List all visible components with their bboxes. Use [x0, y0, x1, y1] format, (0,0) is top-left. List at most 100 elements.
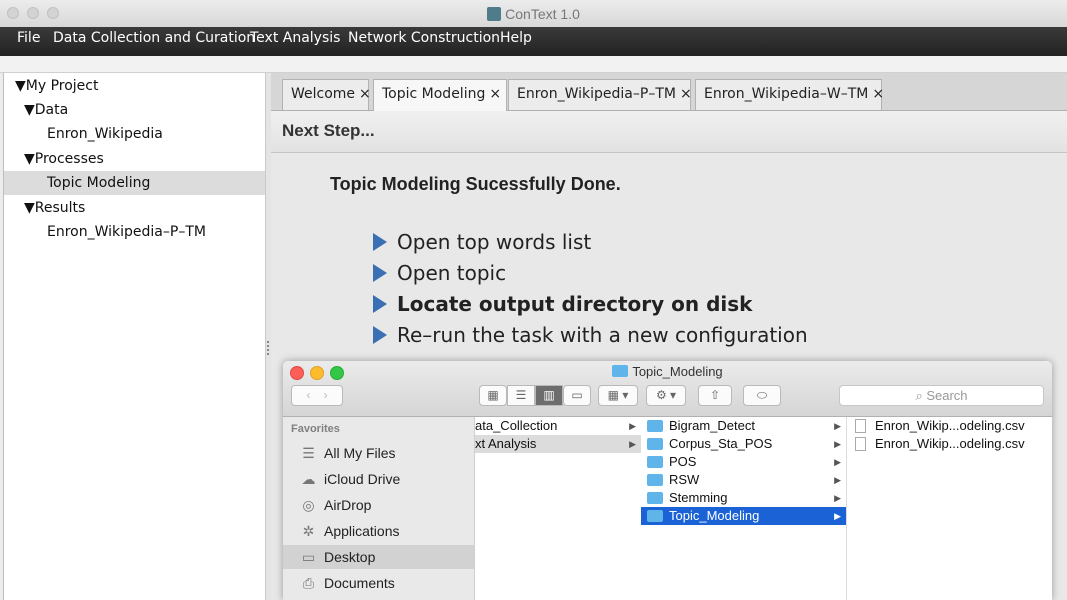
action-rerun-task[interactable]: Re–run the task with a new configuration	[373, 323, 808, 349]
window-title-text: ConText 1.0	[505, 6, 580, 22]
document-icon	[855, 437, 866, 451]
finder-window: Topic_Modeling ‹ › ▦ ☰ ▥ ▭ ▦ ▾ ⚙ ▾ ⇧ ⬭ ⌕…	[283, 361, 1052, 600]
menubar: File Data Collection and Curation Text A…	[0, 27, 1067, 56]
finder-title-text: Topic_Modeling	[632, 364, 723, 379]
sidebar-item-icloud-drive[interactable]: ☁ iCloud Drive	[283, 467, 474, 491]
tab-welcome-label: Welcome	[291, 86, 356, 102]
sidebar-item-all-my-files[interactable]: ☰ All My Files	[283, 441, 474, 465]
folder-icon	[647, 456, 663, 468]
arrow-icon	[373, 233, 387, 251]
tab-enron-p-label: Enron_Wikipedia–P–TM	[517, 86, 676, 102]
tab-enron-wikipedia-w-tm[interactable]: Enron_Wikipedia–W–TM ×	[695, 79, 884, 110]
arrange-icon: ▦ ▾	[607, 388, 629, 402]
cover-flow-button[interactable]: ▭	[563, 385, 591, 406]
tree-item-data[interactable]: ▼Data	[4, 98, 265, 122]
menu-data-collection[interactable]: Data Collection and Curation	[53, 30, 255, 46]
sidebar-item-label: Applications	[324, 523, 400, 539]
row-label: Enron_Wikip...odeling.csv	[875, 436, 1025, 451]
tab-bar: Welcome × Topic Modeling × Enron_Wikipedia…	[271, 73, 1067, 111]
tree-item-processes[interactable]: ▼Processes	[4, 147, 265, 171]
finder-title: Topic_Modeling	[283, 364, 1052, 379]
tree-item-my-project[interactable]: ▼My Project	[4, 74, 265, 98]
tab-enron-wikipedia-p-tm[interactable]: Enron_Wikipedia–P–TM ×	[508, 79, 692, 110]
row-label: RSW	[669, 472, 700, 487]
folder-row[interactable]: Corpus_Sta_POS ▶	[641, 435, 846, 453]
sidebar-item-airdrop[interactable]: ◎ AirDrop	[283, 493, 474, 517]
tree-item-topic-modeling[interactable]: Topic Modeling	[4, 171, 265, 195]
folder-icon	[612, 365, 629, 377]
folder-row[interactable]: ata_Collection ▶	[475, 417, 641, 435]
forward-icon[interactable]: ›	[324, 388, 328, 402]
row-label: xt Analysis	[475, 436, 537, 451]
file-row[interactable]: Enron_Wikip...odeling.csv	[847, 435, 1052, 453]
arrange-button[interactable]: ▦ ▾	[598, 385, 638, 406]
menu-help[interactable]: Help	[500, 30, 532, 46]
action-open-topic[interactable]: Open topic	[373, 261, 506, 287]
sidebar-item-label: Documents	[324, 575, 395, 591]
tab-topic-modeling[interactable]: Topic Modeling ×	[373, 79, 507, 111]
list-view-button[interactable]: ☰	[507, 385, 535, 406]
folder-icon	[647, 474, 663, 486]
project-tree: ▼My Project ▼Data Enron_Wikipedia ▼Proce…	[3, 73, 266, 600]
folder-icon	[647, 492, 663, 504]
document-icon	[855, 419, 866, 433]
folder-row[interactable]: POS ▶	[641, 453, 846, 471]
finder-column-2: Bigram_Detect ▶ Corpus_Sta_POS ▶ POS ▶ RSW ▶…	[641, 417, 847, 600]
finder-search-field[interactable]: ⌕ Search	[839, 385, 1044, 406]
tree-item-enron-wikipedia[interactable]: Enron_Wikipedia	[4, 122, 265, 146]
tag-button[interactable]: ⬭	[743, 385, 781, 406]
close-tab-icon[interactable]: ×	[489, 86, 501, 102]
action-locate-output[interactable]: Locate output directory on disk	[373, 292, 752, 318]
action-label: Re–run the task with a new configuration	[397, 323, 808, 347]
share-icon: ⇧	[709, 388, 721, 402]
menu-file[interactable]: File	[17, 30, 40, 46]
folder-icon	[647, 510, 663, 522]
row-label: Stemming	[669, 490, 728, 505]
favorites-header: Favorites	[291, 423, 340, 435]
chevron-right-icon: ▶	[834, 493, 841, 503]
column-view-button[interactable]: ▥	[535, 385, 563, 406]
folder-row[interactable]: RSW ▶	[641, 471, 846, 489]
finder-column-3: Enron_Wikip...odeling.csv Enron_Wikip...…	[847, 417, 1052, 600]
sidebar-item-label: Desktop	[324, 549, 376, 565]
cloud-icon: ☁	[301, 471, 316, 487]
close-tab-icon[interactable]: ×	[872, 86, 884, 102]
menu-network-construction[interactable]: Network Construction	[348, 30, 500, 46]
sidebar-item-desktop[interactable]: ▭ Desktop	[283, 545, 474, 569]
tree-item-enron-wikipedia-p-tm[interactable]: Enron_Wikipedia–P–TM	[4, 220, 265, 244]
arrow-icon	[373, 326, 387, 344]
menu-text-analysis[interactable]: Text Analysis	[250, 30, 340, 46]
list-view-icon: ☰	[515, 388, 527, 402]
icon-view-button[interactable]: ▦	[479, 385, 507, 406]
tree-item-results[interactable]: ▼Results	[4, 196, 265, 220]
chevron-right-icon: ▶	[834, 439, 841, 449]
window-title: ConText 1.0	[0, 6, 1067, 22]
chevron-right-icon: ▶	[834, 421, 841, 431]
action-menu-button[interactable]: ⚙ ▾	[646, 385, 686, 406]
chevron-right-icon: ▶	[834, 457, 841, 467]
finder-toolbar: Topic_Modeling ‹ › ▦ ☰ ▥ ▭ ▦ ▾ ⚙ ▾ ⇧ ⬭ ⌕…	[283, 361, 1052, 417]
folder-row-selected[interactable]: Topic_Modeling ▶	[641, 507, 846, 525]
row-label: Topic_Modeling	[669, 508, 760, 523]
toolbar-strip	[0, 56, 1067, 73]
back-forward-buttons[interactable]: ‹ ›	[291, 385, 343, 406]
file-row[interactable]: Enron_Wikip...odeling.csv	[847, 417, 1052, 435]
row-label: Enron_Wikip...odeling.csv	[875, 418, 1025, 433]
back-icon[interactable]: ‹	[306, 388, 310, 402]
tab-welcome[interactable]: Welcome ×	[282, 79, 371, 110]
sidebar-item-documents[interactable]: ⎙ Documents	[283, 571, 474, 595]
row-label: POS	[669, 454, 697, 469]
close-tab-icon[interactable]: ×	[359, 86, 371, 102]
share-button[interactable]: ⇧	[698, 385, 732, 406]
close-tab-icon[interactable]: ×	[680, 86, 692, 102]
folder-row[interactable]: Stemming ▶	[641, 489, 846, 507]
tab-topic-modeling-label: Topic Modeling	[382, 86, 486, 102]
folder-row-selected[interactable]: xt Analysis ▶	[475, 435, 641, 453]
sidebar-item-applications[interactable]: ✲ Applications	[283, 519, 474, 543]
row-label: Bigram_Detect	[669, 418, 755, 433]
row-label: ata_Collection	[475, 418, 558, 433]
chevron-right-icon: ▶	[834, 511, 841, 521]
action-open-top-words[interactable]: Open top words list	[373, 230, 591, 256]
search-placeholder: Search	[926, 388, 968, 403]
folder-row[interactable]: Bigram_Detect ▶	[641, 417, 846, 435]
